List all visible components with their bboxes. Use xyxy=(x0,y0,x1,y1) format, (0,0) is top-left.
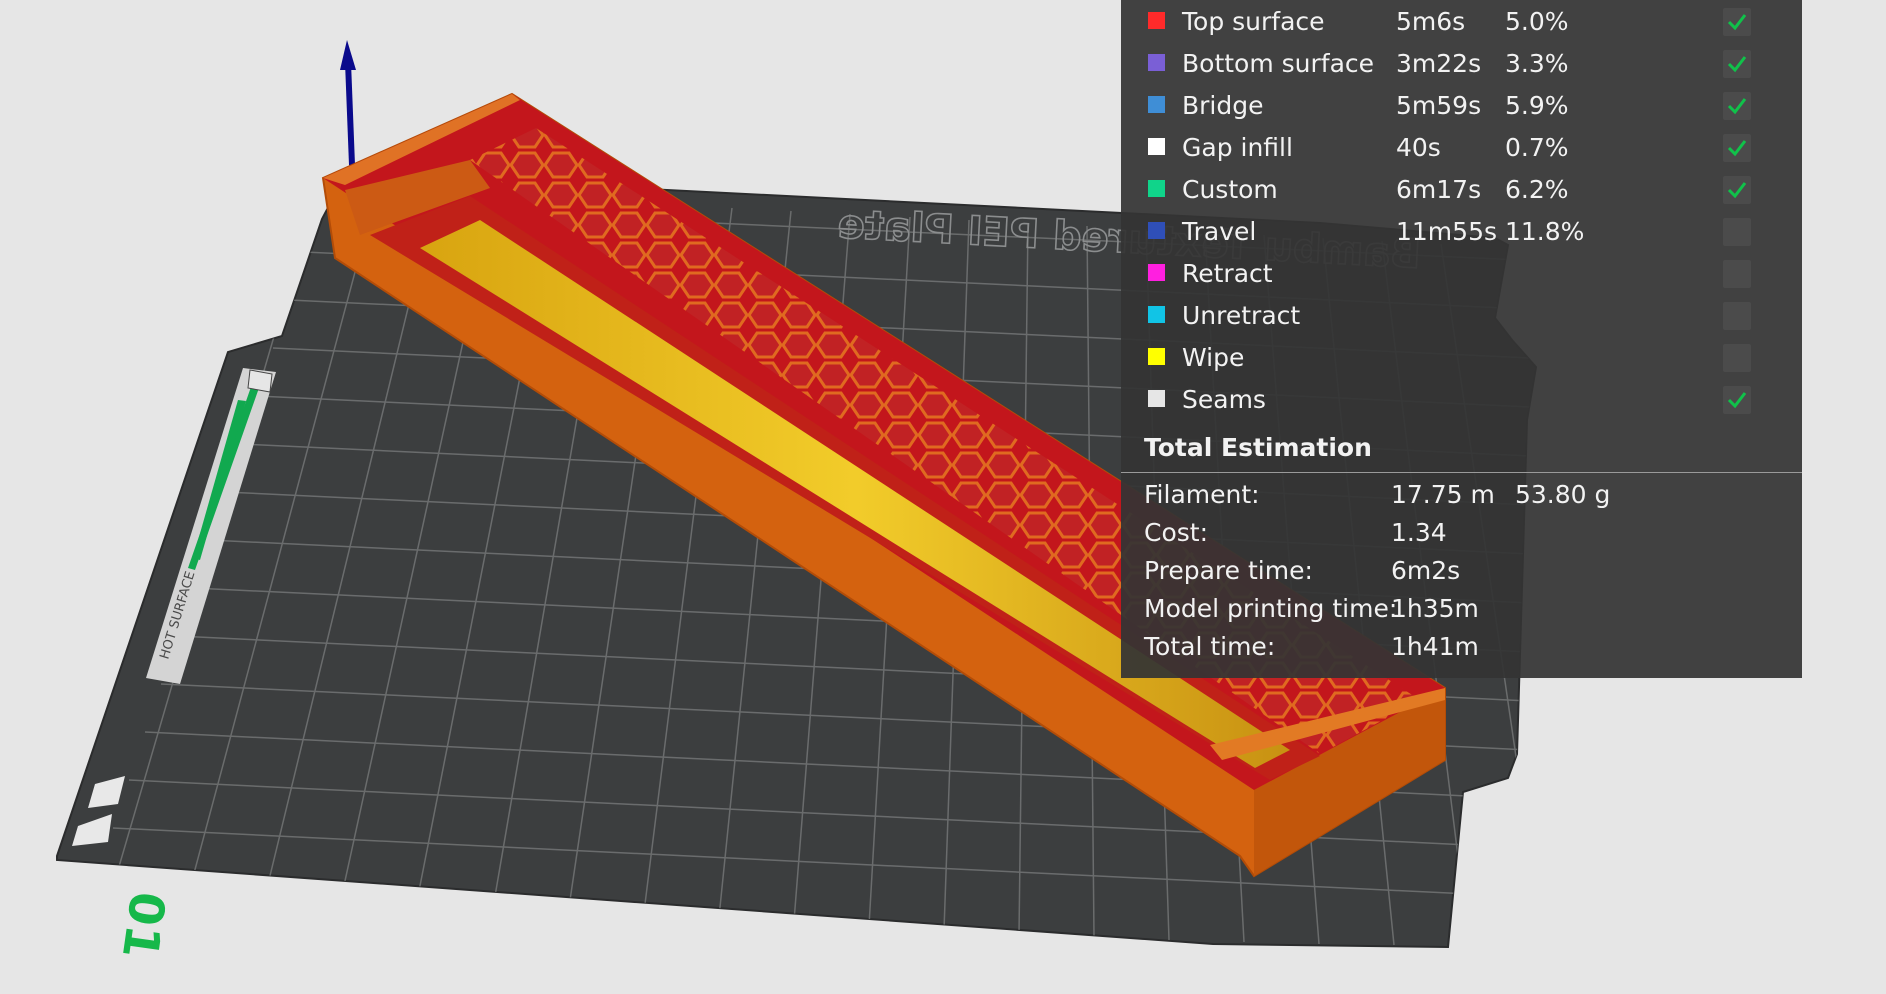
legend-row-bridge: Bridge 5m59s 5.9% xyxy=(1121,91,1802,136)
total-time-label: Total time: xyxy=(1144,632,1276,661)
feature-name: Bottom surface xyxy=(1182,49,1375,78)
visibility-checkbox[interactable] xyxy=(1723,344,1751,372)
color-swatch xyxy=(1148,96,1165,113)
feature-name: Seams xyxy=(1182,385,1266,414)
feature-name: Gap infill xyxy=(1182,133,1293,162)
color-swatch xyxy=(1148,222,1165,239)
feature-name: Wipe xyxy=(1182,343,1245,372)
feature-time: 40s xyxy=(1396,133,1441,162)
visibility-checkbox[interactable] xyxy=(1723,92,1751,120)
visibility-checkbox[interactable] xyxy=(1723,134,1751,162)
feature-percent: 6.2% xyxy=(1505,175,1569,204)
z-axis xyxy=(340,40,356,166)
color-swatch xyxy=(1148,180,1165,197)
legend-row-custom: Custom 6m17s 6.2% xyxy=(1121,175,1802,220)
legend-row-top-surface: Top surface 5m6s 5.0% xyxy=(1121,7,1802,52)
prepare-time-value: 6m2s xyxy=(1391,556,1461,585)
feature-percent: 5.0% xyxy=(1505,7,1569,36)
cost-label: Cost: xyxy=(1144,518,1209,547)
total-time-row: Total time: 1h41m xyxy=(1121,632,1802,668)
feature-time: 5m59s xyxy=(1396,91,1482,120)
checkmark-icon xyxy=(1727,56,1747,73)
feature-name: Custom xyxy=(1182,175,1278,204)
feature-time: 11m55s xyxy=(1396,217,1498,246)
cost-row: Cost: 1.34 xyxy=(1121,518,1802,554)
filament-row: Filament: 17.75 m 53.80 g xyxy=(1121,480,1802,516)
color-swatch xyxy=(1148,306,1165,323)
visibility-checkbox[interactable] xyxy=(1723,218,1751,246)
feature-time: 6m17s xyxy=(1396,175,1482,204)
visibility-checkbox[interactable] xyxy=(1723,176,1751,204)
feature-percent: 0.7% xyxy=(1505,133,1569,162)
feature-name: Travel xyxy=(1182,217,1257,246)
feature-name: Unretract xyxy=(1182,301,1301,330)
legend-row-unretract: Unretract xyxy=(1121,301,1802,346)
model-time-label: Model printing time: xyxy=(1144,594,1398,623)
filament-length: 17.75 m xyxy=(1391,480,1495,509)
color-swatch xyxy=(1148,12,1165,29)
checkmark-icon xyxy=(1727,98,1747,115)
plate-number: 01 xyxy=(111,888,176,962)
checkmark-icon xyxy=(1727,392,1747,409)
color-swatch xyxy=(1148,54,1165,71)
visibility-checkbox[interactable] xyxy=(1723,50,1751,78)
legend-row-wipe: Wipe xyxy=(1121,343,1802,388)
legend-row-bottom-surface: Bottom surface 3m22s 3.3% xyxy=(1121,49,1802,94)
color-swatch xyxy=(1148,390,1165,407)
feature-name: Bridge xyxy=(1182,91,1264,120)
prepare-time-row: Prepare time: 6m2s xyxy=(1121,556,1802,592)
legend-row-retract: Retract xyxy=(1121,259,1802,304)
filament-weight: 53.80 g xyxy=(1515,480,1611,509)
legend-row-travel: Travel 11m55s 11.8% xyxy=(1121,217,1802,262)
legend-row-gap-infill: Gap infill 40s 0.7% xyxy=(1121,133,1802,178)
legend-row-seams: Seams xyxy=(1121,385,1802,430)
checkmark-icon xyxy=(1727,14,1747,31)
feature-name: Top surface xyxy=(1182,7,1325,36)
total-time-value: 1h41m xyxy=(1391,632,1479,661)
prepare-time-label: Prepare time: xyxy=(1144,556,1313,585)
feature-name: Retract xyxy=(1182,259,1273,288)
color-swatch xyxy=(1148,138,1165,155)
model-time-row: Model printing time: 1h35m xyxy=(1121,594,1802,630)
feature-percent: 5.9% xyxy=(1505,91,1569,120)
visibility-checkbox[interactable] xyxy=(1723,8,1751,36)
divider xyxy=(1121,472,1802,473)
model-time-value: 1h35m xyxy=(1391,594,1479,623)
feature-time: 5m6s xyxy=(1396,7,1466,36)
cost-value: 1.34 xyxy=(1391,518,1447,547)
color-swatch xyxy=(1148,348,1165,365)
feature-time: 3m22s xyxy=(1396,49,1482,78)
visibility-checkbox[interactable] xyxy=(1723,302,1751,330)
visibility-checkbox[interactable] xyxy=(1723,260,1751,288)
legend-panel: Top surface 5m6s 5.0% Bottom surface 3m22s 3.… xyxy=(1121,0,1802,678)
total-estimation-title: Total Estimation xyxy=(1144,433,1372,462)
color-swatch xyxy=(1148,264,1165,281)
filament-label: Filament: xyxy=(1144,480,1260,509)
checkmark-icon xyxy=(1727,140,1747,157)
feature-percent: 11.8% xyxy=(1505,217,1585,246)
visibility-checkbox[interactable] xyxy=(1723,386,1751,414)
feature-percent: 3.3% xyxy=(1505,49,1569,78)
checkmark-icon xyxy=(1727,182,1747,199)
